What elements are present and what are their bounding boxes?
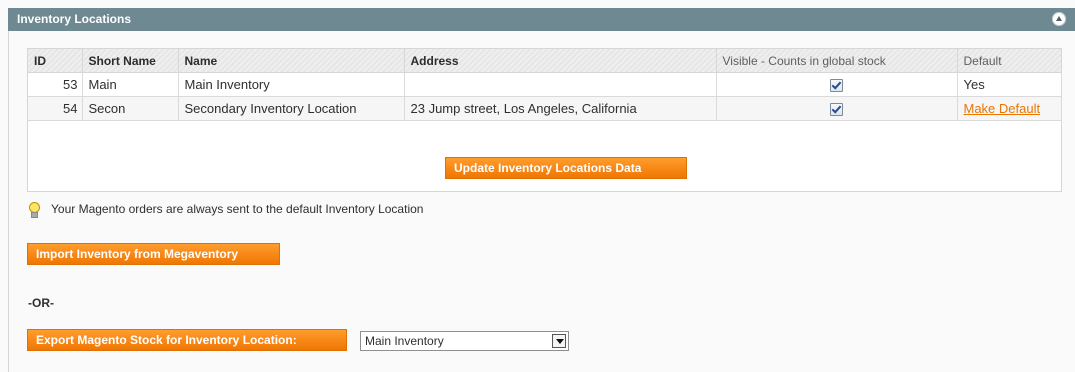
selected-location: Main Inventory	[365, 334, 444, 348]
column-header-id[interactable]: ID	[28, 49, 83, 73]
section-title: Inventory Locations	[17, 12, 132, 26]
inventory-locations-grid: ID Short Name Name Address Visible - Cou…	[27, 48, 1062, 192]
row-name: Secondary Inventory Location	[178, 96, 405, 121]
inventory-location-select[interactable]: Main Inventory	[360, 331, 569, 351]
page-frame: Inventory Locations ID Short Name Name A…	[0, 0, 1075, 372]
collapse-icon[interactable]	[1052, 12, 1066, 26]
row-id: 53	[28, 72, 83, 97]
row-id: 54	[28, 96, 83, 121]
default-location-hint: Your Magento orders are always sent to t…	[28, 199, 423, 219]
row-name: Main Inventory	[178, 72, 405, 97]
table-row: 53 Main Main Inventory Yes	[28, 72, 1062, 97]
table-row: 54 Secon Secondary Inventory Location 23…	[28, 96, 1062, 121]
import-inventory-button[interactable]: Import Inventory from Megaventory	[27, 243, 280, 265]
or-separator: -OR-	[28, 296, 54, 310]
visible-checkbox[interactable]	[830, 79, 843, 93]
column-header-default[interactable]: Default	[957, 49, 1062, 73]
update-locations-button[interactable]: Update Inventory Locations Data	[445, 157, 687, 179]
section-header[interactable]: Inventory Locations	[8, 8, 1075, 31]
row-short-name: Main	[82, 72, 179, 97]
row-short-name: Secon	[82, 96, 179, 121]
row-visible-cell	[716, 72, 958, 97]
column-header-name[interactable]: Name	[178, 49, 405, 73]
row-address: 23 Jump street, Los Angeles, California	[404, 96, 717, 121]
section-content: ID Short Name Name Address Visible - Cou…	[8, 31, 1075, 372]
hint-text: Your Magento orders are always sent to t…	[51, 202, 424, 216]
row-address	[404, 72, 717, 97]
table-header-row: ID Short Name Name Address Visible - Cou…	[28, 49, 1062, 73]
row-default-cell: Make Default	[957, 96, 1062, 121]
chevron-down-icon[interactable]	[552, 334, 566, 348]
column-header-visible[interactable]: Visible - Counts in global stock	[716, 49, 958, 73]
make-default-link[interactable]: Make Default	[964, 101, 1041, 116]
visible-checkbox[interactable]	[830, 103, 843, 117]
column-header-short-name[interactable]: Short Name	[82, 49, 179, 73]
lightbulb-icon	[28, 201, 40, 218]
row-default: Yes	[957, 72, 1062, 97]
row-visible-cell	[716, 96, 958, 121]
column-header-address[interactable]: Address	[404, 49, 717, 73]
inventory-locations-table: ID Short Name Name Address Visible - Cou…	[28, 49, 1062, 121]
export-stock-button[interactable]: Export Magento Stock for Inventory Locat…	[27, 329, 347, 351]
